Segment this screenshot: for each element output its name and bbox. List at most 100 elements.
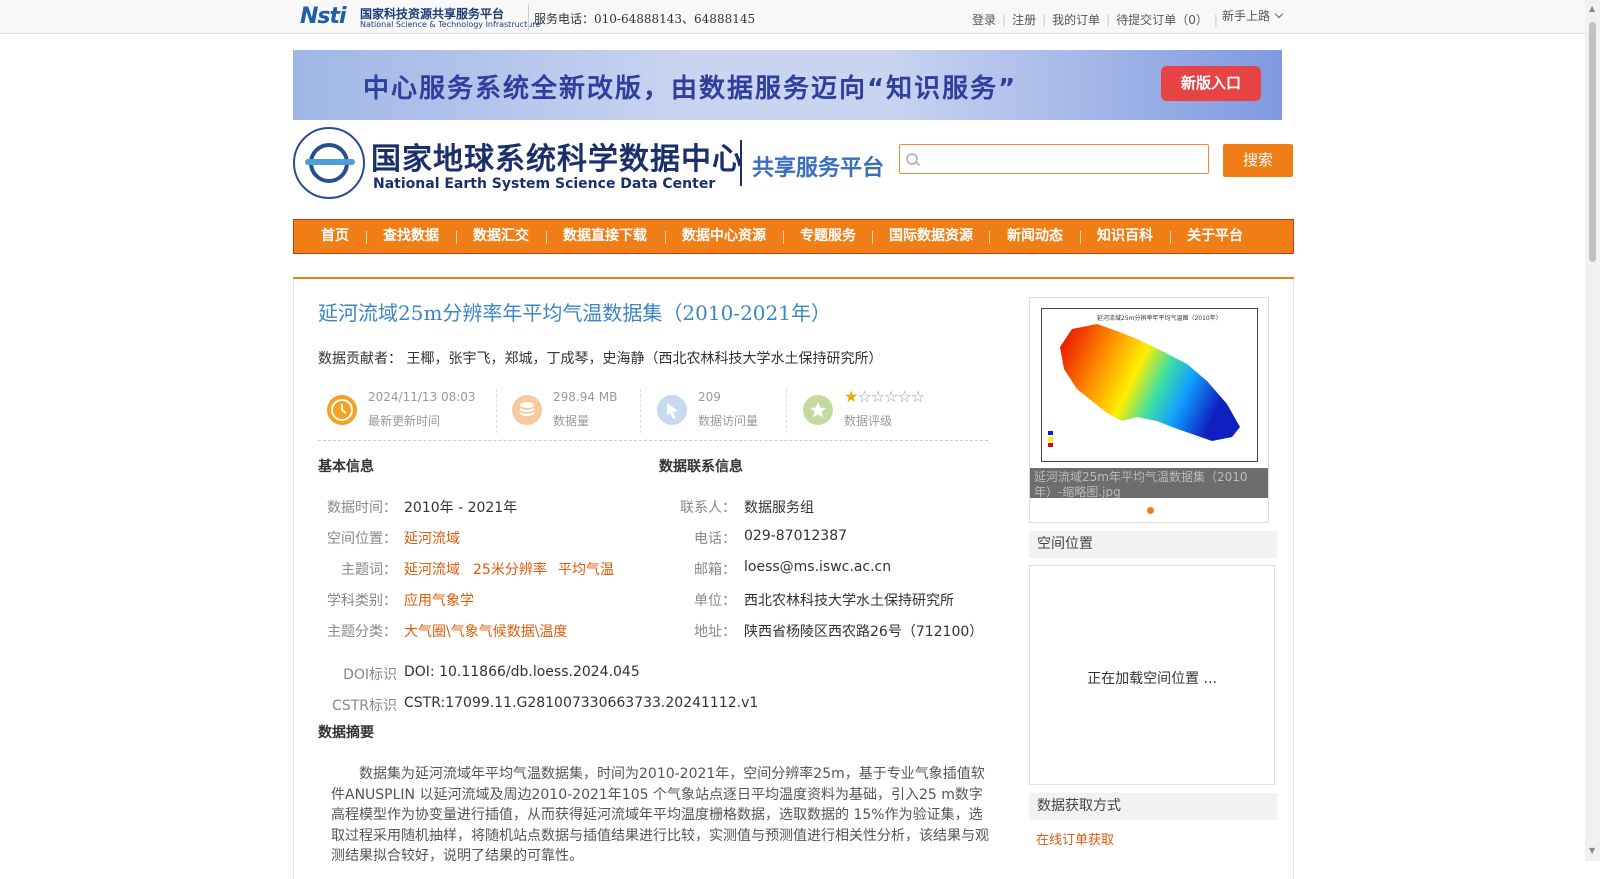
online-order-link[interactable]: 在线订单获取	[1036, 829, 1114, 848]
location-link[interactable]: 延河流域	[404, 528, 460, 548]
stat-divider	[640, 389, 642, 433]
cstr-label: CSTR标识	[332, 698, 397, 714]
stat-visits-label: 数据访问量	[698, 414, 759, 428]
newbie-guide-dropdown[interactable]: 新手上路	[1222, 7, 1284, 24]
center-seal-icon	[293, 127, 365, 199]
star-filled-icon: ★	[844, 387, 858, 406]
star-badge-icon	[803, 395, 833, 425]
phone-label: 电话：	[694, 531, 736, 547]
center-logo[interactable]: 国家地球系统科学数据中心 National Earth System Scien…	[293, 126, 743, 202]
stat-rating: ★☆☆☆☆☆ 数据评级	[794, 385, 984, 435]
pending-orders-link[interactable]: 待提交订单（0）	[1110, 13, 1214, 27]
contributors: 数据贡献者： 王椰，张宇飞，郑城，丁成琴，史海静（西北农林科技大学水土保持研究所…	[318, 348, 882, 368]
map-loading-text: 正在加载空间位置 ...	[1087, 671, 1217, 687]
contact-info-heading: 数据联系信息	[659, 459, 743, 475]
service-phone: 服务电话：010-64888143、64888145	[534, 12, 756, 26]
nav-item-special-services[interactable]: 专题服务	[800, 220, 856, 253]
nav-item-home[interactable]: 首页	[321, 220, 349, 253]
address-label: 地址：	[694, 624, 736, 640]
newbie-guide-label: 新手上路	[1222, 9, 1271, 23]
nav-item-direct-download[interactable]: 数据直接下载	[563, 220, 647, 253]
nav-separator	[1080, 231, 1081, 244]
clock-icon	[327, 395, 357, 425]
nav-item-news[interactable]: 新闻动态	[1007, 220, 1063, 253]
nav-separator	[989, 231, 990, 244]
link-separator: |	[1213, 13, 1218, 27]
stat-size: 298.94 MB 数据量	[503, 385, 643, 435]
star-empty-icon: ☆	[870, 387, 885, 406]
nav-item-data-submission[interactable]: 数据汇交	[473, 220, 529, 253]
carousel-dot[interactable]	[1147, 507, 1154, 514]
nsti-logo[interactable]: Nsti 国家科技资源共享服务平台 National Science & Tec…	[300, 4, 540, 30]
abstract-text: 数据集为延河流域年平均气温数据集，时间为2010-2021年，空间分辨率25m，…	[331, 766, 989, 864]
abstract-heading: 数据摘要	[318, 725, 374, 741]
new-version-button[interactable]: 新版入口	[1161, 66, 1261, 101]
keyword-link[interactable]: 延河流域	[404, 559, 460, 579]
contributors-value: 王椰，张宇飞，郑城，丁成琴，史海静（西北农林科技大学水土保持研究所）	[406, 351, 883, 367]
star-empty-icon: ☆	[857, 387, 871, 406]
discipline-label: 学科类别：	[327, 593, 397, 609]
email-value: loess@ms.iswc.ac.cn	[744, 559, 892, 575]
nav-item-center-resources[interactable]: 数据中心资源	[682, 220, 766, 253]
nav-separator	[783, 231, 784, 244]
basic-info-heading: 基本信息	[318, 459, 374, 475]
nav-separator	[546, 231, 547, 244]
nav-item-find-data[interactable]: 查找数据	[383, 220, 439, 253]
divider	[528, 4, 529, 30]
my-orders-link[interactable]: 我的订单	[1046, 13, 1106, 27]
nav-separator	[1170, 231, 1171, 244]
cstr-value: CSTR:17099.11.G281007330663733.20241112.…	[404, 695, 759, 711]
spatial-map-panel[interactable]: 正在加载空间位置 ...	[1029, 565, 1275, 785]
stat-rating-label: 数据评级	[844, 414, 893, 428]
nav-separator	[665, 231, 666, 244]
contact-value: 数据服务组	[744, 500, 814, 516]
nsti-logo-en: National Science & Technology Infrastruc…	[360, 20, 541, 29]
nav-separator	[456, 231, 457, 244]
stat-updated-label: 最新更新时间	[368, 414, 441, 428]
top-bar: Nsti 国家科技资源共享服务平台 National Science & Tec…	[0, 0, 1585, 34]
login-link[interactable]: 登录	[966, 13, 1002, 27]
contributors-label: 数据贡献者：	[318, 351, 402, 367]
scroll-down-icon[interactable]: ▼	[1589, 846, 1595, 855]
time-value: 2010年 - 2021年	[404, 500, 518, 516]
time-label: 数据时间：	[327, 500, 397, 516]
keywords-label: 主题词：	[341, 562, 397, 578]
rating-stars[interactable]: ★☆☆☆☆☆	[844, 387, 925, 406]
stat-size-label: 数据量	[553, 414, 590, 428]
spatial-location-heading: 空间位置	[1029, 531, 1277, 558]
keyword-link[interactable]: 平均气温	[558, 559, 614, 579]
nav-item-knowledge[interactable]: 知识百科	[1097, 220, 1153, 253]
nsti-logo-mark: Nsti	[300, 4, 347, 29]
main-nav: 首页 查找数据 数据汇交 数据直接下载 数据中心资源 专题服务 国际数据资源 新…	[293, 219, 1294, 254]
banner-text: 中心服务系统全新改版，由数据服务迈向“知识服务”	[363, 74, 1018, 104]
search-button[interactable]: 搜索	[1223, 144, 1293, 177]
nav-separator	[366, 231, 367, 244]
nav-separator	[872, 231, 873, 244]
logo-divider	[740, 140, 742, 186]
thumbnail-carousel[interactable]: 延河流域25m分辨率年平均气温图（2010年） 延河流域25m年平均气温数据集（…	[1029, 297, 1269, 523]
stat-divider	[496, 389, 498, 433]
register-link[interactable]: 注册	[1006, 13, 1042, 27]
database-icon	[512, 395, 542, 425]
stat-visits: 209 数据访问量	[648, 385, 788, 435]
star-empty-icon: ☆	[884, 387, 898, 406]
scroll-up-icon[interactable]: ▲	[1589, 4, 1595, 13]
star-empty-icon: ☆	[897, 387, 911, 406]
dataset-stats: 2024/11/13 08:03 最新更新时间 298.94 MB 数据量 20…	[318, 385, 988, 441]
stat-size-value: 298.94 MB	[553, 390, 618, 404]
page-scrollbar[interactable]: ▲ ▼	[1585, 0, 1600, 861]
nav-item-about[interactable]: 关于平台	[1187, 220, 1243, 253]
announcement-banner[interactable]: 中心服务系统全新改版，由数据服务迈向“知识服务” 新版入口	[293, 50, 1282, 120]
stat-visits-value: 209	[698, 390, 721, 404]
stat-updated-value: 2024/11/13 08:03	[368, 390, 476, 404]
discipline-link[interactable]: 应用气象学	[404, 590, 474, 610]
search-input[interactable]	[899, 144, 1209, 174]
scroll-thumb[interactable]	[1589, 22, 1596, 262]
thumbnail-map-image[interactable]: 延河流域25m分辨率年平均气温图（2010年）	[1041, 308, 1258, 462]
keyword-link[interactable]: 25米分辨率	[473, 559, 547, 579]
category-label: 主题分类：	[327, 624, 397, 640]
nav-item-international-data[interactable]: 国际数据资源	[889, 220, 973, 253]
category-link[interactable]: 大气圈\气象气候数据\温度	[404, 621, 567, 641]
unit-label: 单位：	[694, 593, 736, 609]
location-label: 空间位置：	[327, 531, 397, 547]
